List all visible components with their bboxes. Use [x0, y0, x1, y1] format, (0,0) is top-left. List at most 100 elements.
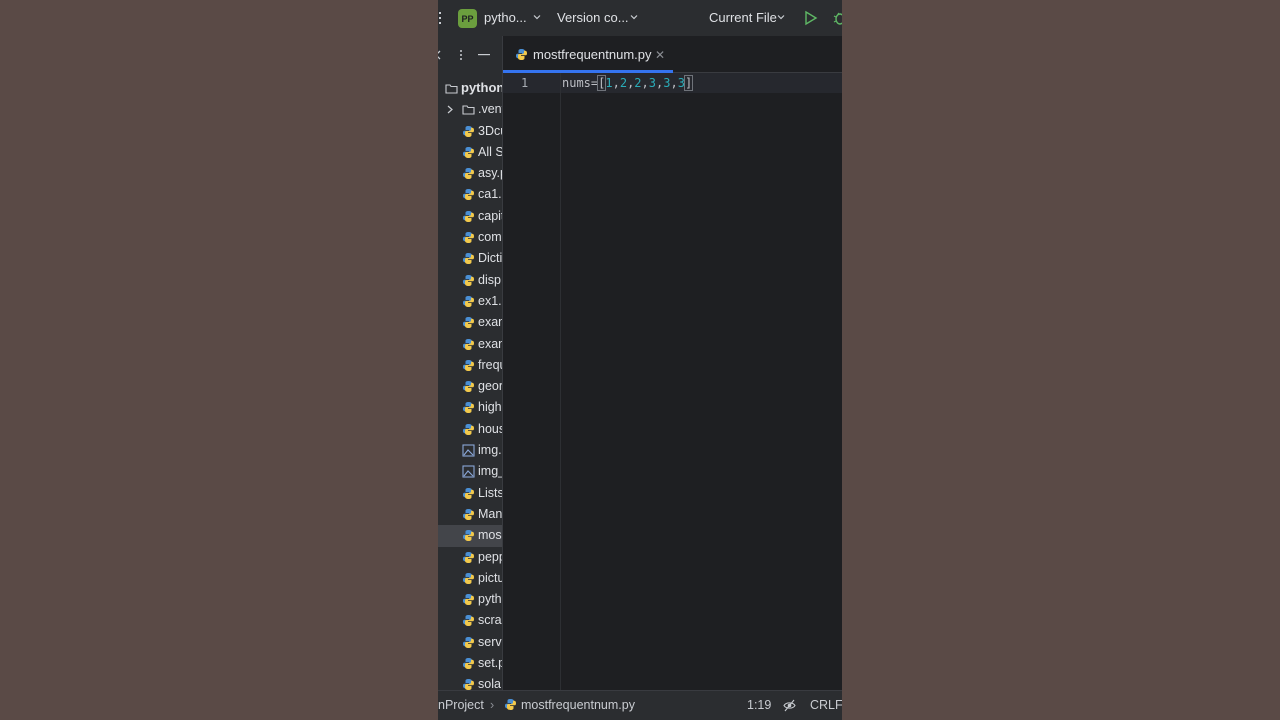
python-file-icon [463, 125, 474, 137]
editor-tab-bar: mostfrequentnum.py ✕ [503, 36, 842, 73]
tree-file-item[interactable]: Dicti [438, 248, 502, 269]
code-number: 3 [677, 76, 685, 90]
tree-file-item[interactable]: serv [438, 632, 502, 653]
run-icon[interactable] [804, 10, 818, 26]
tree-file-item[interactable]: Man [438, 504, 502, 525]
tree-file-item[interactable]: high [438, 397, 502, 418]
tree-item-label: img.p [478, 443, 502, 458]
project-panel-header [438, 36, 502, 74]
tree-file-item[interactable]: set.p [438, 653, 502, 674]
tree-item-label: exan [478, 315, 502, 330]
tree-file-item[interactable]: exan [438, 312, 502, 333]
tree-item-label: img_ [478, 464, 502, 479]
main-toolbar: PP pytho... Version co... Current File [438, 0, 842, 36]
minimize-icon[interactable] [478, 54, 490, 56]
tree-file-item[interactable]: ca1.p [438, 184, 502, 205]
tree-file-item[interactable]: pepp [438, 547, 502, 568]
python-file-icon [463, 189, 474, 201]
tree-file-item[interactable]: mos [438, 525, 502, 547]
python-file-icon [463, 381, 474, 393]
tree-file-item[interactable]: geor [438, 376, 502, 397]
tree-item-label: capit [478, 208, 502, 223]
python-file-icon [463, 210, 474, 222]
main-menu-icon[interactable] [438, 9, 444, 27]
tree-item-label: com [478, 230, 502, 245]
code-number: 3 [648, 76, 656, 90]
project-name-dropdown[interactable]: pytho... [484, 10, 527, 25]
folder-icon [462, 105, 475, 115]
python-file-icon [463, 423, 474, 435]
status-bar: nProject › mostfrequentnum.py 1:19 CRLF [438, 690, 842, 720]
caret-position[interactable]: 1:19 [747, 698, 771, 712]
python-file-icon [463, 594, 474, 606]
editor: mostfrequentnum.py ✕ 1 nums=[1,2,2,3,3,3… [503, 36, 842, 690]
chevron-down-icon [533, 15, 541, 20]
code-line[interactable]: nums=[1,2,2,3,3,3] [562, 75, 694, 91]
tree-item-label: Lists [478, 485, 502, 500]
folder-icon [445, 84, 458, 94]
chevron-right-icon[interactable] [446, 105, 454, 114]
python-file-icon [463, 636, 474, 648]
image-file-icon [462, 465, 475, 478]
tree-file-item[interactable]: All S [438, 142, 502, 163]
code-comma: , [612, 76, 620, 90]
tree-file-item[interactable]: hous [438, 419, 502, 440]
tree-item-label: pictu [478, 570, 502, 585]
editor-tab[interactable]: mostfrequentnum.py ✕ [503, 36, 673, 73]
project-badge[interactable]: PP [458, 9, 477, 28]
tree-file-item[interactable]: img.p [438, 440, 502, 461]
tree-file-item[interactable]: asy.p [438, 163, 502, 184]
code-area[interactable]: 1 nums=[1,2,2,3,3,3] [503, 73, 842, 690]
chevron-down-icon [630, 15, 638, 20]
tree-file-item[interactable]: scra [438, 610, 502, 631]
code-comma: , [670, 76, 678, 90]
python-file-icon [463, 508, 474, 520]
ide-window: PP pytho... Version co... Current File p… [438, 0, 842, 720]
tree-file-item[interactable]: ex1.p [438, 291, 502, 312]
tree-item-label: set.p [478, 656, 502, 671]
python-file-icon [463, 487, 474, 499]
tree-folder-item[interactable]: .venv [438, 99, 502, 120]
python-file-icon [463, 615, 474, 627]
python-file-icon [463, 295, 474, 307]
more-options-icon[interactable] [459, 49, 463, 61]
python-file-icon [463, 402, 474, 414]
tree-item-label: disp [478, 272, 501, 287]
python-file-icon [463, 168, 474, 180]
tree-file-item[interactable]: disp [438, 270, 502, 291]
tree-item-label: geor [478, 379, 502, 394]
tree-item-label: serv [478, 634, 502, 649]
breadcrumb-project[interactable]: nProject [438, 698, 484, 712]
project-root[interactable]: python [438, 78, 502, 99]
run-configuration-dropdown[interactable]: Current File [709, 10, 777, 25]
code-number: 2 [634, 76, 642, 90]
tree-item-label: mos [478, 528, 502, 543]
tree-file-item[interactable]: com [438, 227, 502, 248]
python-file-icon [463, 530, 474, 542]
code-comma: , [641, 76, 649, 90]
tree-file-item[interactable]: pyth [438, 589, 502, 610]
tree-file-item[interactable]: Lists [438, 483, 502, 504]
tree-file-item[interactable]: pictu [438, 568, 502, 589]
debug-icon[interactable] [832, 9, 842, 27]
inspections-icon[interactable] [783, 699, 796, 712]
chevron-down-icon [777, 15, 785, 20]
python-file-icon [463, 146, 474, 158]
image-file-icon [462, 444, 475, 457]
line-ending[interactable]: CRLF [810, 698, 842, 712]
gutter-divider [560, 73, 561, 690]
version-control-dropdown[interactable]: Version co... [557, 10, 629, 25]
tree-item-label: hous [478, 421, 502, 436]
line-number: 1 [521, 76, 529, 90]
breadcrumb-file[interactable]: mostfrequentnum.py [521, 698, 635, 712]
tree-file-item[interactable]: 3Dcu [438, 121, 502, 142]
tree-file-item[interactable]: img_ [438, 461, 502, 482]
tree-file-item[interactable]: capit [438, 206, 502, 227]
collapse-icon[interactable] [438, 50, 442, 60]
tree-item-label: exan [478, 336, 502, 351]
tree-item-label: pepp [478, 549, 502, 564]
tree-file-item[interactable]: exan [438, 334, 502, 355]
tree-file-item[interactable]: frequ [438, 355, 502, 376]
close-icon[interactable]: ✕ [655, 48, 665, 62]
tree-item-label: scra [478, 613, 502, 628]
